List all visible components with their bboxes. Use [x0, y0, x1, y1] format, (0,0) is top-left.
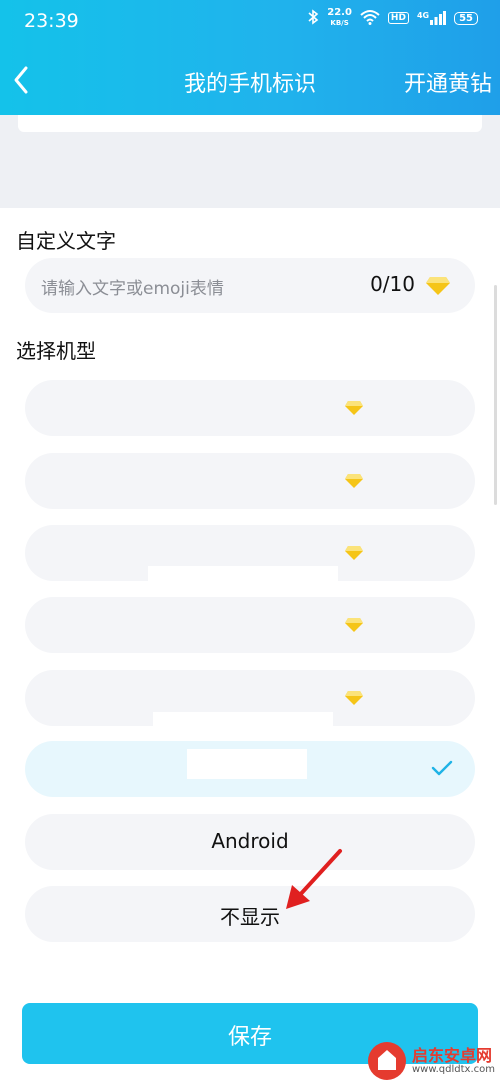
bluetooth-icon [307, 8, 319, 28]
nav-bar: 我的手机标识 开通黄钻 [0, 44, 500, 114]
battery-indicator: 55 [454, 11, 478, 25]
hd-badge: HD [387, 12, 409, 24]
status-time: 23:39 [24, 10, 79, 32]
scrollbar[interactable] [494, 285, 497, 505]
model-option-6-selected[interactable] [25, 741, 475, 797]
watermark: 启东安卓网 www.qdldtx.com [360, 1040, 500, 1084]
redaction-mask [148, 566, 338, 582]
watermark-url: www.qdldtx.com [412, 1064, 495, 1075]
status-icons: 22.0 KB/S HD 4G 55 [307, 8, 478, 28]
net-speed-value: 22.0 [327, 7, 352, 18]
model-option-4[interactable] [25, 597, 475, 653]
model-option-label: Android [211, 829, 289, 853]
wifi-icon [360, 9, 380, 28]
custom-text-input[interactable]: 请输入文字或emoji表情 0/10 [25, 258, 475, 313]
watermark-logo-icon [368, 1042, 406, 1080]
diamond-icon [345, 546, 363, 560]
status-bar: 23:39 22.0 KB/S HD 4G 55 [0, 0, 500, 44]
model-option-2[interactable] [25, 453, 475, 509]
diamond-icon [345, 401, 363, 415]
custom-text-label: 自定义文字 [16, 229, 116, 253]
annotation-arrow-icon [286, 849, 342, 909]
check-icon [431, 760, 453, 776]
redaction-mask [153, 712, 333, 726]
model-option-label: 不显示 [220, 905, 280, 929]
model-option-hide[interactable]: 不显示 [25, 886, 475, 942]
model-option-1[interactable] [25, 380, 475, 436]
diamond-icon [426, 277, 450, 295]
redaction-mask [187, 749, 307, 779]
diamond-icon [345, 618, 363, 632]
net-speed: 22.0 KB/S [327, 8, 352, 28]
signal-icon: 4G [416, 11, 447, 25]
open-vip-link[interactable]: 开通黄钻 [404, 66, 492, 98]
watermark-title: 启东安卓网 [412, 1046, 493, 1065]
model-section-label: 选择机型 [16, 339, 96, 363]
preview-card [18, 115, 482, 132]
header-bar: 23:39 22.0 KB/S HD 4G 55 我的手机标识 开通黄钻 [0, 0, 500, 115]
model-option-android[interactable]: Android [25, 814, 475, 870]
diamond-icon [345, 474, 363, 488]
net-speed-unit: KB/S [330, 19, 349, 27]
network-type: 4G [416, 11, 430, 20]
custom-text-placeholder: 请输入文字或emoji表情 [41, 279, 224, 299]
char-counter: 0/10 [370, 272, 415, 296]
diamond-icon [345, 691, 363, 705]
